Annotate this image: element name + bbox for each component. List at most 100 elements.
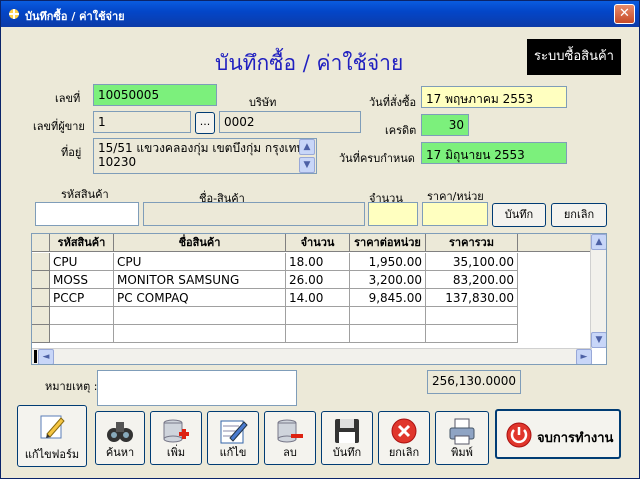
company-field[interactable]: 0002 [219,111,361,133]
close-button[interactable]: ✕ [614,4,635,24]
items-grid[interactable]: รหัสสินค้า ชื่อสินค้า จำนวน ราคาต่อหน่วย… [31,233,607,365]
address-scroll-down-icon[interactable]: ▼ [299,157,315,173]
row-selector[interactable] [32,325,50,343]
col-price-header[interactable]: ราคาต่อหน่วย [350,234,426,252]
col-name-header[interactable]: ชื่อสินค้า [114,234,286,252]
page-title: บันทึกซื้อ / ค่าใช้จ่าย [215,51,404,75]
scroll-down-icon[interactable]: ▼ [591,332,606,348]
due-date-label: วันที่ครบกำหนด [339,152,415,165]
edit-form-label: แก้ไขฟอร์ม [24,448,80,461]
address-label: ที่อยู่ [61,146,82,159]
table-row-cell[interactable]: 18.00 [286,253,350,271]
entry-qty-input[interactable] [368,202,418,226]
vendor-field[interactable]: 1 [93,111,191,133]
row-selector[interactable] [32,307,50,325]
entry-code-label: รหัสสินค้า [61,188,109,201]
col-code-header[interactable]: รหัสสินค้า [50,234,114,252]
floppy-disk-icon [335,419,359,443]
table-row-cell[interactable] [426,307,518,325]
entry-code-input[interactable] [35,202,139,226]
printer-icon [449,418,475,445]
table-row-cell[interactable]: 26.00 [286,271,350,289]
save-button[interactable]: บันทึก [321,411,373,465]
table-row-cell[interactable] [50,325,114,343]
table-row-cell[interactable] [350,325,426,343]
table-row-cell[interactable] [350,307,426,325]
note-input[interactable] [97,370,297,406]
table-row-cell[interactable]: 14.00 [286,289,350,307]
grid-corner [32,234,50,252]
address-field[interactable]: 15/51 แขวงคลองกุ่ม เขตบึงกุ่ม กรุงเทพ 10… [93,138,317,174]
edit-icon [220,420,248,444]
entry-save-button[interactable]: บันทึก [492,203,546,227]
table-row-cell[interactable]: CPU [50,253,114,271]
table-row-cell[interactable]: MOSS [50,271,114,289]
add-label: เพิ่ม [166,446,186,459]
print-label: พิมพ์ [451,446,473,459]
scroll-left-icon[interactable]: ◄ [38,349,54,364]
table-row-cell[interactable] [286,325,350,343]
order-date-label: วันที่สั่งซื้อ [369,96,417,109]
table-row-cell[interactable] [50,307,114,325]
grid-header: รหัสสินค้า ชื่อสินค้า จำนวน ราคาต่อหน่วย… [32,234,592,252]
row-selector[interactable] [32,289,50,307]
scroll-up-icon[interactable]: ▲ [591,234,606,250]
add-button[interactable]: เพิ่ม [150,411,202,465]
table-row-cell[interactable] [426,325,518,343]
delete-label: ลบ [283,446,297,459]
app-icon [9,9,19,19]
main-window: บันทึกซื้อ / ค่าใช้จ่าย ✕ บันทึกซื้อ / ค… [0,0,640,479]
table-row-cell[interactable]: PCCP [50,289,114,307]
system-badge: ระบบซื้อสินค้า [527,39,621,75]
save-label: บันทึก [332,446,362,459]
col-qty-header[interactable]: จำนวน [286,234,350,252]
edit-label: แก้ไข [219,446,247,459]
delete-button[interactable]: ลบ [264,411,316,465]
due-date-field[interactable]: 17 มิถุนายน 2553 [421,142,567,164]
cancel-button[interactable]: ยกเลิก [378,411,430,465]
exit-button[interactable]: จบการทำงาน [495,409,621,459]
order-date-field[interactable]: 17 พฤษภาคม 2553 [421,86,567,108]
edit-form-button[interactable]: แก้ไขฟอร์ม [17,405,87,467]
table-row-cell[interactable]: 1,950.00 [350,253,426,271]
table-row-cell[interactable] [114,325,286,343]
doc-no-field[interactable]: 10050005 [93,84,217,106]
company-label: บริษัท [249,96,277,109]
table-row-cell[interactable]: PC COMPAQ [114,289,286,307]
address-scroll-up-icon[interactable]: ▲ [299,139,315,155]
row-selector[interactable] [32,253,50,271]
power-icon [506,422,532,448]
grid-vertical-scrollbar[interactable]: ▲ ▼ [590,234,606,348]
table-row-cell[interactable]: MONITOR SAMSUNG [114,271,286,289]
note-label: หมายเหตุ : [45,380,98,393]
credit-label: เครดิต [385,124,417,137]
table-row-cell[interactable] [114,307,286,325]
edit-form-icon [40,415,65,439]
search-button[interactable]: ค้นหา [95,411,145,465]
entry-cancel-button[interactable]: ยกเลิก [551,203,607,227]
table-row-cell[interactable]: 9,845.00 [350,289,426,307]
credit-field[interactable]: 30 [421,114,469,136]
doc-no-label: เลขที่ [55,92,81,105]
scroll-thumb[interactable] [34,350,37,363]
window-title: บันทึกซื้อ / ค่าใช้จ่าย [25,10,125,23]
search-label: ค้นหา [105,446,135,459]
entry-price-input[interactable] [422,202,488,226]
print-button[interactable]: พิมพ์ [435,411,489,465]
table-row-cell[interactable]: CPU [114,253,286,271]
entry-name-input[interactable] [143,202,365,226]
edit-button[interactable]: แก้ไข [207,411,259,465]
grid-horizontal-scrollbar[interactable]: ◄ ► [32,348,592,364]
table-row-cell[interactable]: 35,100.00 [426,253,518,271]
cancel-label: ยกเลิก [388,446,420,459]
database-delete-icon [277,419,303,443]
row-selector[interactable] [32,271,50,289]
table-row-cell[interactable] [286,307,350,325]
col-total-header[interactable]: ราคารวม [426,234,518,252]
scroll-right-icon[interactable]: ► [576,349,592,364]
database-add-icon [163,419,189,443]
table-row-cell[interactable]: 83,200.00 [426,271,518,289]
table-row-cell[interactable]: 137,830.00 [426,289,518,307]
vendor-lookup-button[interactable]: ... [195,112,215,134]
table-row-cell[interactable]: 3,200.00 [350,271,426,289]
